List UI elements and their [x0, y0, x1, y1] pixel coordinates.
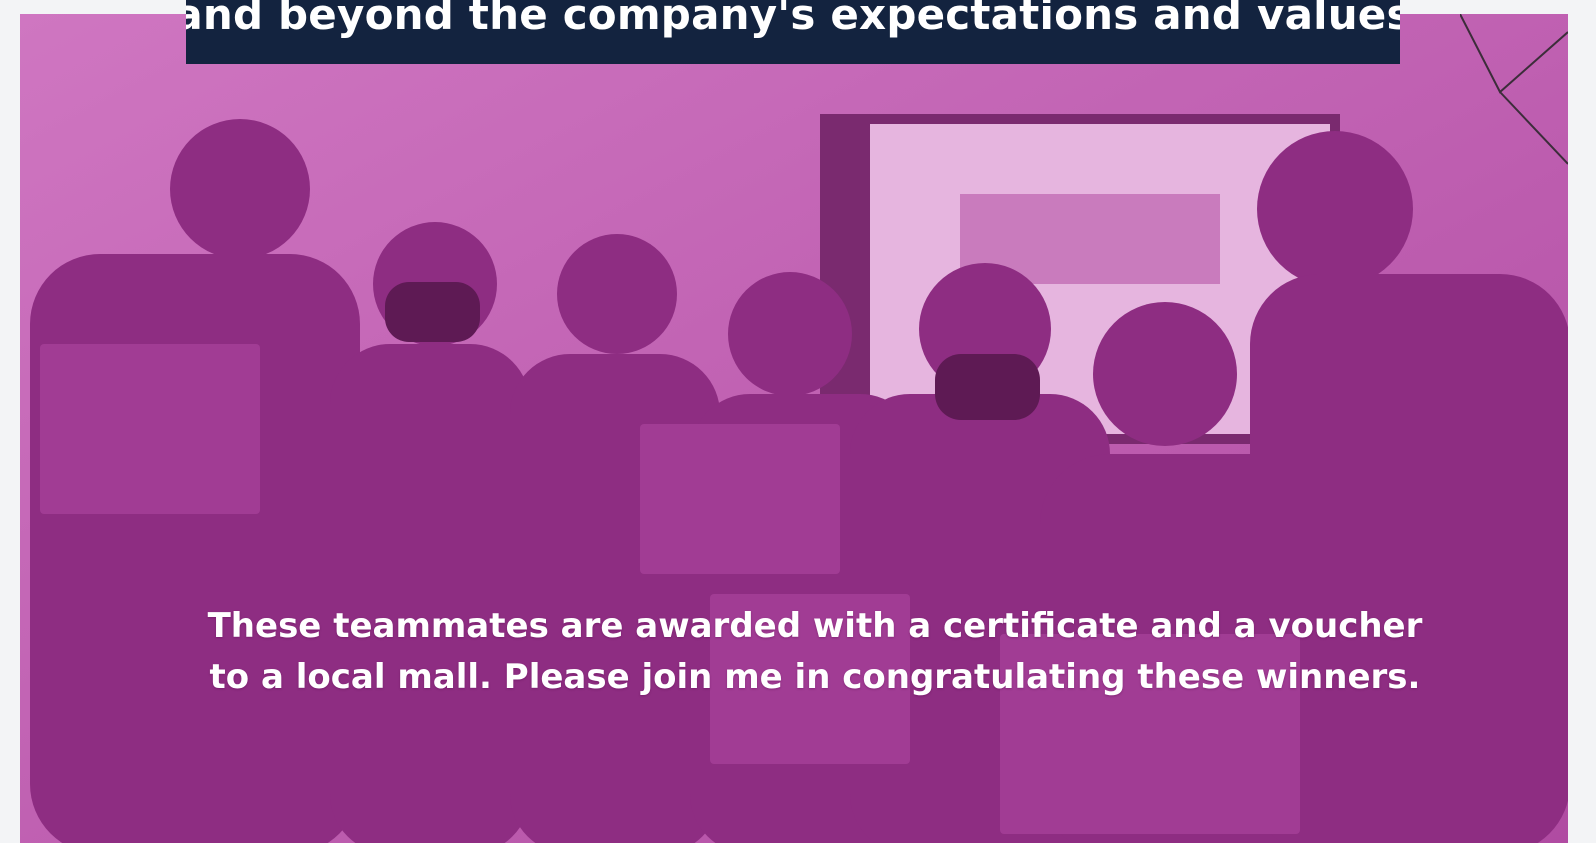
corner-decoration-icon — [1460, 14, 1568, 165]
section-heading: and beyond the company's expectations an… — [186, 0, 1400, 39]
award-photo-section: These teammates are awarded with a certi… — [20, 14, 1568, 843]
award-caption: These teammates are awarded with a certi… — [20, 601, 1568, 703]
caption-line-1: These teammates are awarded with a certi… — [207, 606, 1423, 646]
caption-line-2: to a local mall. Please join me in congr… — [209, 657, 1421, 697]
section-heading-banner: and beyond the company's expectations an… — [186, 0, 1400, 64]
page-gutter — [1568, 0, 1596, 843]
group-photo — [20, 14, 1568, 843]
